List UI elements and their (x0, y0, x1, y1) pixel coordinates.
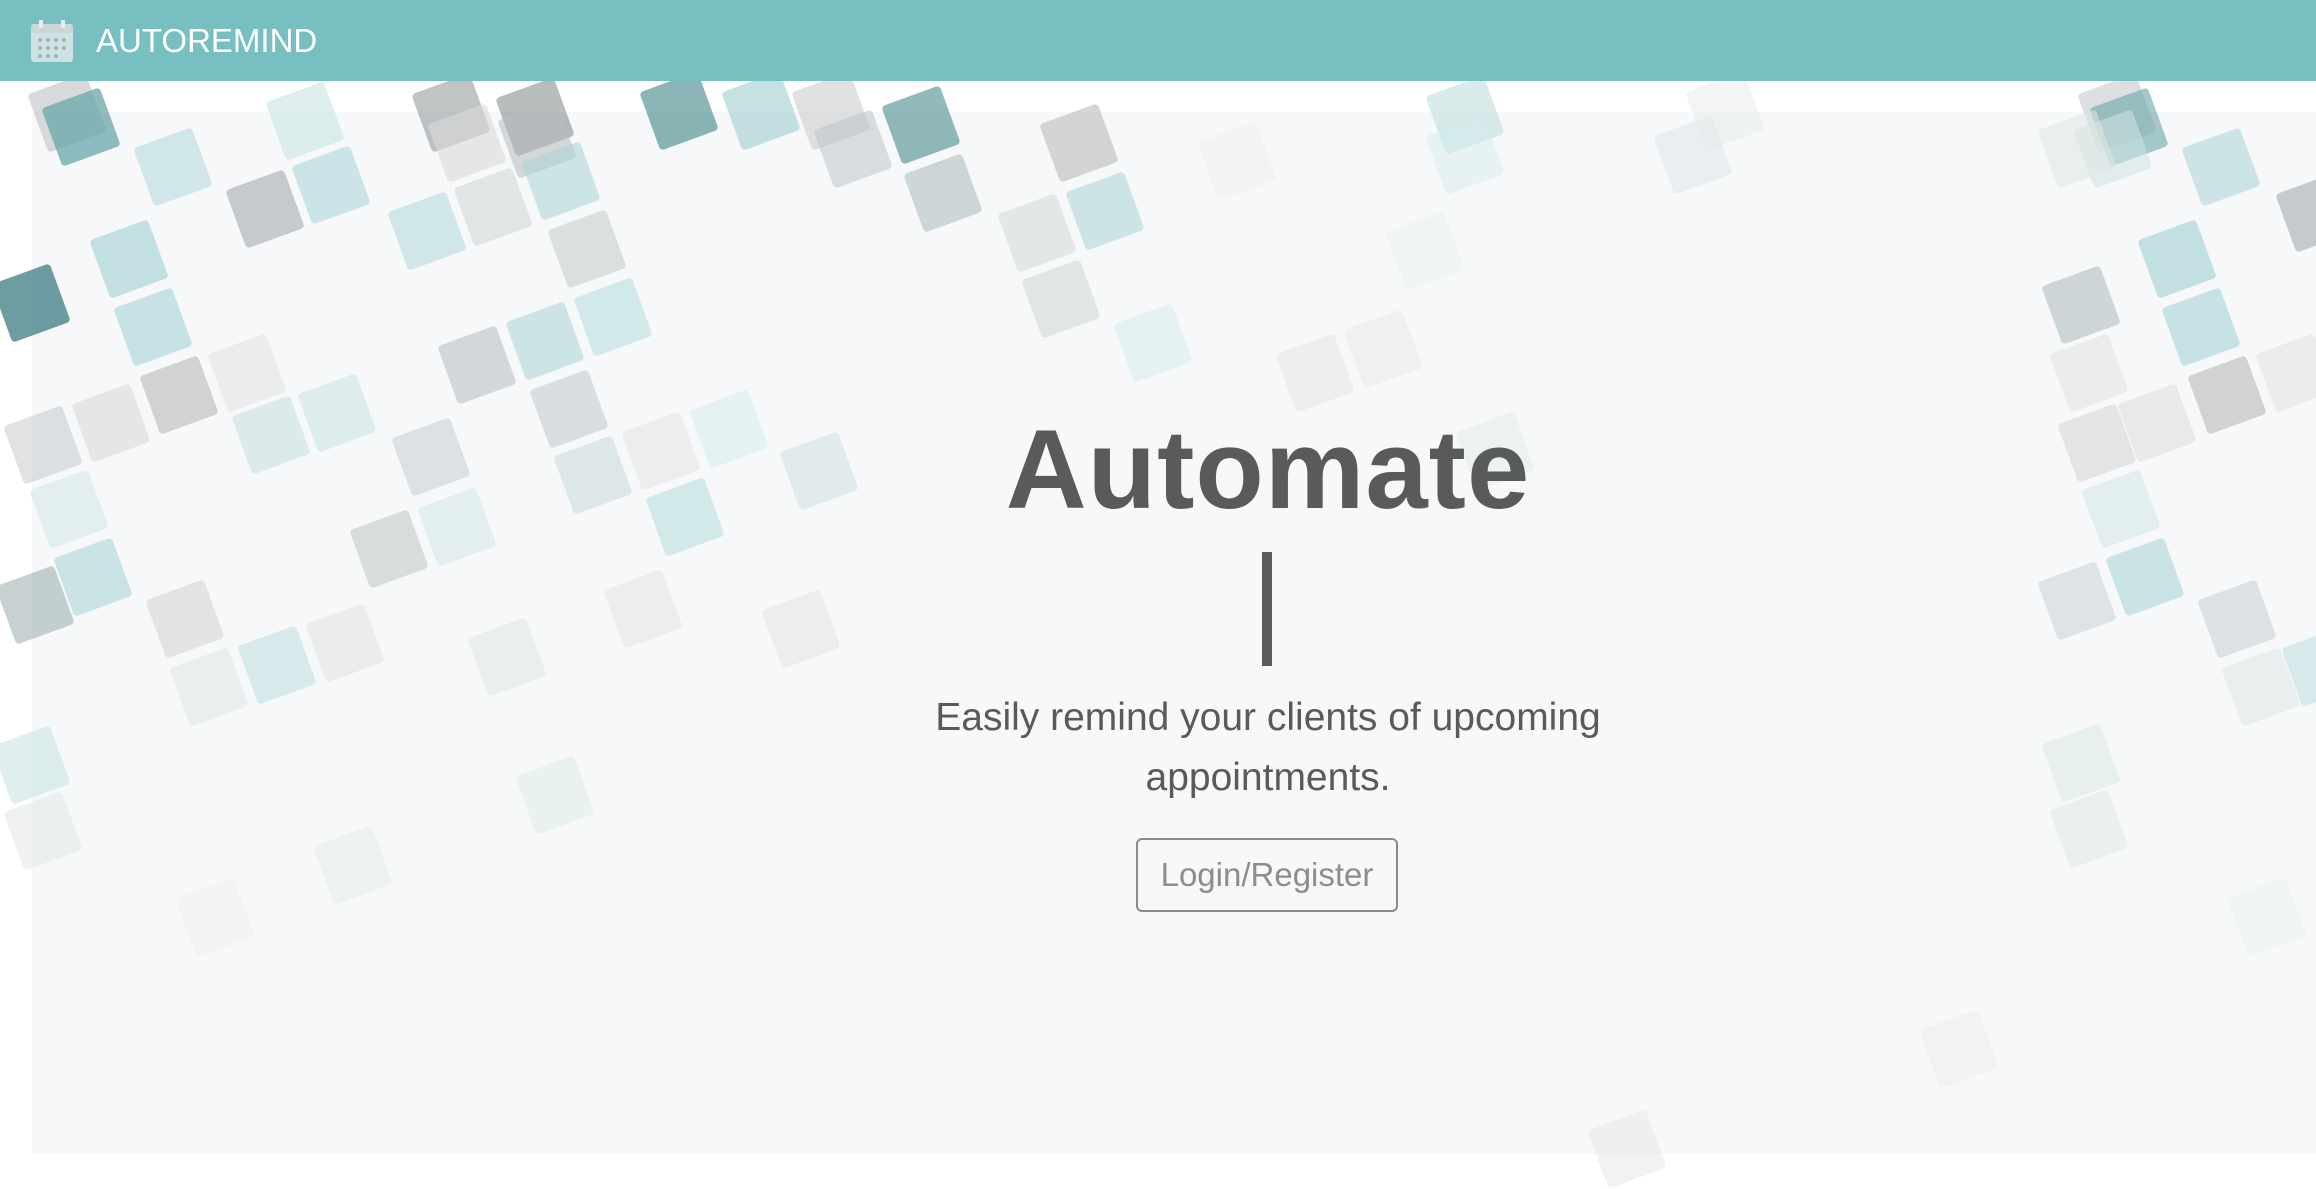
brand-link[interactable]: AUTOREMIND (30, 19, 317, 63)
brand-name: AUTOREMIND (96, 21, 318, 59)
login-register-button[interactable]: Login/Register (1136, 838, 1398, 912)
hero-headline: Automate (1005, 407, 1531, 532)
hero-content: Automate Easily remind your clients of u… (0, 0, 2316, 1154)
hero-subtitle: Easily remind your clients of upcoming a… (935, 696, 1601, 799)
calendar-icon (31, 19, 73, 62)
top-navbar: AUTOREMIND (0, 0, 2316, 81)
typing-cursor (1262, 552, 1272, 666)
